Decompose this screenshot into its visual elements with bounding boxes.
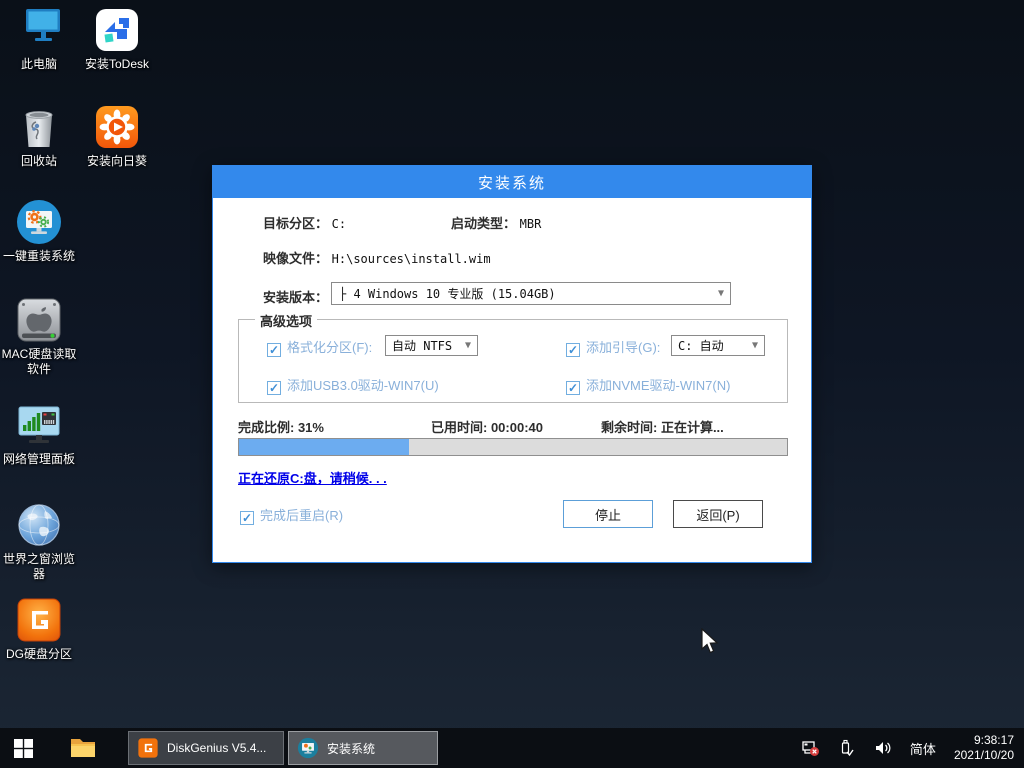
- taskbar-install-system-button[interactable]: 安装系统: [288, 731, 438, 765]
- usb-eject-icon[interactable]: [838, 739, 856, 757]
- dialog-body: 目标分区： C: 启动类型： MBR 映像文件： H:\sources\inst…: [213, 198, 811, 563]
- desktop-icon-label: 此电脑: [0, 57, 78, 72]
- desktop-icon-label: 回收站: [0, 154, 78, 169]
- desktop-icon-label: 安装ToDesk: [78, 57, 156, 72]
- add-boot-checkbox[interactable]: ✓ 添加引导(G):: [566, 337, 660, 357]
- clock[interactable]: 9:38:17 2021/10/20: [954, 733, 1014, 763]
- desktop-icon-mac-disk[interactable]: MAC硬盘读取软件: [0, 296, 78, 377]
- volume-icon[interactable]: [874, 739, 892, 757]
- network-disconnected-icon[interactable]: [802, 739, 820, 757]
- file-explorer-button[interactable]: [60, 728, 106, 768]
- boot-type-label: 启动类型：: [451, 216, 516, 231]
- progress-percent-text: 完成比例: 31%: [238, 417, 324, 436]
- reinstall-system-icon: [15, 198, 63, 246]
- status-message: 正在还原C:盘，请稍候. . .: [238, 468, 387, 487]
- desktop-icon-label: 网络管理面板: [0, 452, 78, 467]
- clock-date: 2021/10/20: [954, 748, 1014, 763]
- install-version-value: ├ 4 Windows 10 专业版 (15.04GB): [339, 285, 556, 302]
- progress-fill: [239, 439, 409, 455]
- chevron-down-icon: ▼: [465, 340, 471, 351]
- recycle-bin-icon: [15, 103, 63, 151]
- desktop-icon-label: 世界之窗浏览器: [0, 552, 78, 582]
- advanced-options-title: 高级选项: [255, 311, 317, 330]
- network-panel-icon: [15, 401, 63, 449]
- advanced-options-group: 高级选项 ✓格式化分区(F): 自动 NTFS ▼ ✓添加引导(G): C: 自…: [238, 319, 788, 403]
- usb3-driver-checkbox[interactable]: ✓ 添加USB3.0驱动-WIN7(U): [267, 375, 439, 395]
- desktop-icon-reinstall-system[interactable]: 一键重装系统: [0, 198, 78, 264]
- desktop-icon-diskgenius[interactable]: DG硬盘分区: [0, 596, 78, 662]
- desktop-icon-browser[interactable]: 世界之窗浏览器: [0, 501, 78, 582]
- restart-after-label: 完成后重启(R): [260, 508, 343, 523]
- stop-button[interactable]: 停止: [563, 500, 653, 528]
- taskbar-install-system-label: 安装系统: [327, 740, 375, 757]
- target-partition-value: C:: [332, 217, 346, 231]
- image-file-label: 映像文件：: [263, 251, 328, 266]
- desktop-icon-sunflower[interactable]: 安装向日葵: [78, 103, 156, 169]
- taskbar-diskgenius-label: DiskGenius V5.4...: [167, 741, 266, 755]
- taskbar-diskgenius-button[interactable]: DiskGenius V5.4...: [128, 731, 284, 765]
- back-button[interactable]: 返回(P): [673, 500, 763, 528]
- mac-disk-icon: [15, 296, 63, 344]
- desktop-icon-this-pc[interactable]: 此电脑: [0, 6, 78, 72]
- progress-bar: [238, 438, 788, 456]
- chevron-down-icon: ▼: [752, 340, 758, 351]
- install-system-dialog: 安装系统 目标分区： C: 启动类型： MBR 映像文件： H:\sources…: [212, 165, 812, 563]
- boot-drive-dropdown[interactable]: C: 自动 ▼: [671, 335, 765, 356]
- mouse-cursor: [700, 628, 720, 655]
- diskgenius-icon: [15, 596, 63, 644]
- format-type-value: 自动 NTFS: [392, 337, 452, 354]
- start-button[interactable]: [0, 728, 46, 768]
- image-file-row: 映像文件： H:\sources\install.wim: [263, 248, 491, 267]
- format-partition-label: 格式化分区(F):: [287, 340, 372, 355]
- desktop-icon-label: 安装向日葵: [78, 154, 156, 169]
- desktop-icon-label: DG硬盘分区: [0, 647, 78, 662]
- checkbox-checked-icon: ✓: [240, 511, 254, 525]
- format-partition-checkbox[interactable]: ✓ 格式化分区(F):: [267, 337, 372, 357]
- windows-logo-icon: [14, 739, 33, 758]
- clock-time: 9:38:17: [954, 733, 1014, 748]
- dialog-titlebar[interactable]: 安装系统: [213, 166, 811, 198]
- target-partition-label: 目标分区：: [263, 216, 328, 231]
- system-tray: 简体 9:38:17 2021/10/20: [802, 733, 1024, 763]
- diskgenius-icon: [137, 737, 159, 759]
- desktop-icon-todesk[interactable]: 安装ToDesk: [78, 6, 156, 72]
- desktop-icon-label: 一键重装系统: [0, 249, 78, 264]
- desktop-icon-network-panel[interactable]: 网络管理面板: [0, 401, 78, 467]
- desktop-icon-recycle-bin[interactable]: 回收站: [0, 103, 78, 169]
- browser-globe-icon: [15, 501, 63, 549]
- restart-after-checkbox[interactable]: ✓ 完成后重启(R): [240, 505, 343, 525]
- checkbox-checked-icon: ✓: [566, 381, 580, 395]
- elapsed-time-text: 已用时间: 00:00:40: [431, 417, 543, 436]
- checkbox-checked-icon: ✓: [267, 343, 281, 357]
- boot-drive-value: C: 自动: [678, 337, 724, 354]
- image-file-value: H:\sources\install.wim: [332, 252, 491, 266]
- usb3-driver-label: 添加USB3.0驱动-WIN7(U): [287, 378, 439, 393]
- input-method-indicator[interactable]: 简体: [910, 739, 936, 758]
- target-partition-row: 目标分区： C:: [263, 213, 346, 232]
- boot-type-row: 启动类型： MBR: [451, 213, 541, 232]
- install-version-label: 安装版本：: [263, 287, 328, 306]
- checkbox-checked-icon: ✓: [267, 381, 281, 395]
- format-type-dropdown[interactable]: 自动 NTFS ▼: [385, 335, 478, 356]
- taskbar: DiskGenius V5.4... 安装系统: [0, 728, 1024, 768]
- this-pc-icon: [15, 6, 63, 54]
- install-system-icon: [297, 737, 319, 759]
- sunflower-icon: [93, 103, 141, 151]
- add-boot-label: 添加引导(G):: [586, 340, 660, 355]
- nvme-driver-label: 添加NVME驱动-WIN7(N): [586, 378, 730, 393]
- folder-icon: [70, 737, 96, 759]
- chevron-down-icon: ▼: [718, 288, 724, 299]
- install-version-dropdown[interactable]: ├ 4 Windows 10 专业版 (15.04GB) ▼: [331, 282, 731, 305]
- todesk-icon: [93, 6, 141, 54]
- remaining-time-text: 剩余时间: 正在计算...: [601, 417, 724, 436]
- nvme-driver-checkbox[interactable]: ✓ 添加NVME驱动-WIN7(N): [566, 375, 730, 395]
- desktop-icon-label: MAC硬盘读取软件: [0, 347, 78, 377]
- boot-type-value: MBR: [520, 217, 542, 231]
- checkbox-checked-icon: ✓: [566, 343, 580, 357]
